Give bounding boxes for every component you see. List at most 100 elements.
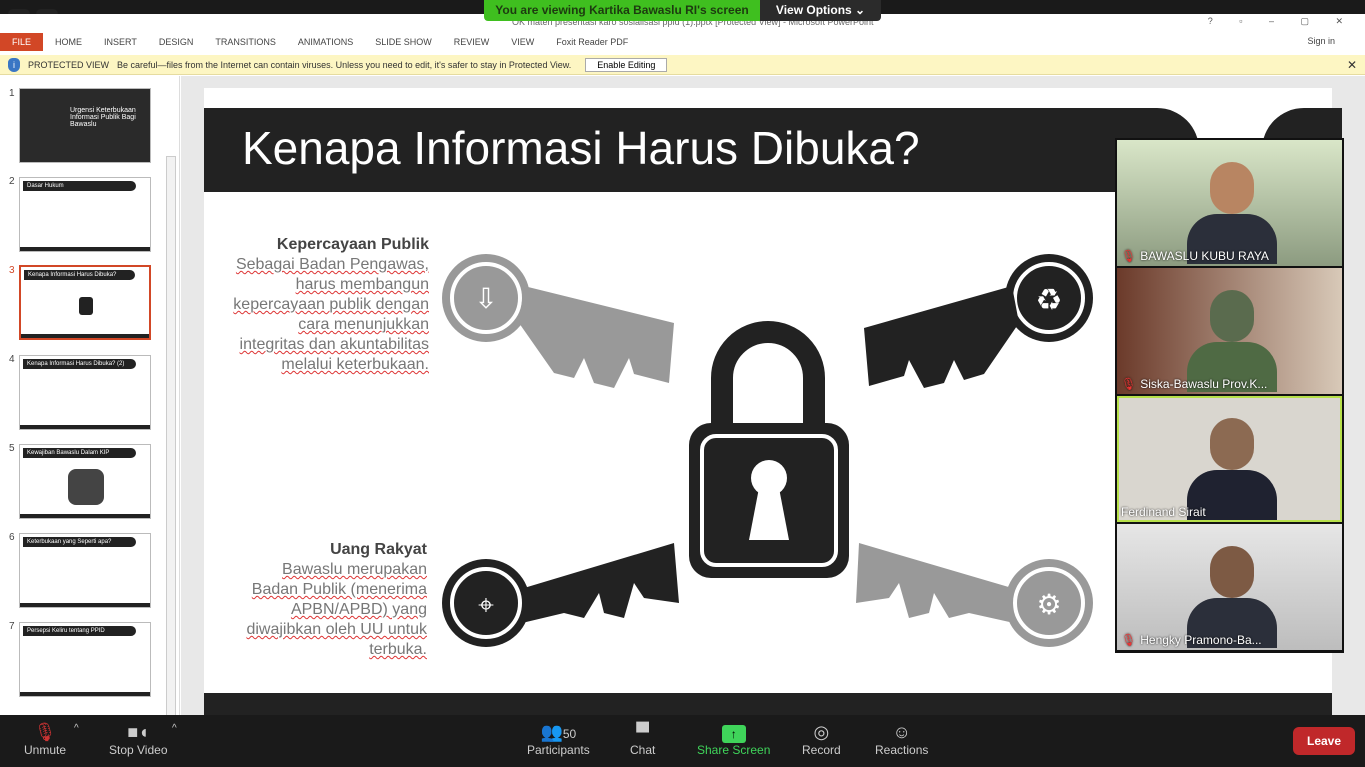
thumbnail-title: Keterbukaan yang Seperti apa? <box>23 537 136 547</box>
text-block-kepercayaan: Kepercayaan Publik Sebagai Badan Pengawa… <box>224 235 429 375</box>
share-screen-button[interactable]: ↑ Share Screen <box>697 721 770 757</box>
participant-name: 🎙 BAWASLU KUBU RAYA <box>1121 249 1269 263</box>
key-recycle-icon: ♻ <box>864 254 1093 388</box>
slide-thumbnail-5[interactable]: Kewajiban Bawaslu Dalam KIP <box>19 444 151 519</box>
protected-view-label: PROTECTED VIEW <box>28 59 110 70</box>
tab-foxit[interactable]: Foxit Reader PDF <box>556 37 628 47</box>
slide-thumbnail-3[interactable]: Kenapa Informasi Harus Dibuka? <box>19 265 151 340</box>
thumbnail-title: Persepsi Keliru tentang PPID <box>23 626 136 636</box>
thumbnail-scrollbar[interactable] <box>166 156 176 744</box>
thumbnail-title: Kenapa Informasi Harus Dibuka? (2) <box>23 359 136 369</box>
zoom-meeting-toolbar: 🎙 Unmute ^ ■◖ Stop Video ^ 👥50 Participants… <box>0 715 1365 767</box>
slide-number: 7 <box>9 621 15 632</box>
slide-thumbnails: 1 Urgensi Keterbukaan Informasi Publik B… <box>0 76 180 744</box>
slide-thumbnail-7[interactable]: Persepsi Keliru tentang PPID <box>19 622 151 697</box>
text-line: melalui keterbukaan. <box>281 356 429 373</box>
tab-transitions[interactable]: TRANSITIONS <box>215 37 276 47</box>
key-wifi-icon: ⇩ <box>442 254 674 388</box>
slide-title: Kenapa Informasi Harus Dibuka? <box>242 122 920 174</box>
participants-button[interactable]: 👥50 Participants <box>527 721 590 757</box>
text-line: diwajibkan oleh UU untuk <box>246 621 427 638</box>
mic-muted-icon: 🎙 <box>33 722 57 742</box>
participant-name: 🎙 Siska-Bawaslu Prov.K... <box>1121 377 1268 391</box>
video-tile[interactable]: 🎙 Siska-Bawaslu Prov.K... <box>1117 268 1342 394</box>
slide-thumbnail-6[interactable]: Keterbukaan yang Seperti apa? <box>19 533 151 608</box>
text-line: integritas dan akuntabilitas <box>239 336 429 353</box>
tab-slide-show[interactable]: SLIDE SHOW <box>375 37 432 47</box>
tab-home[interactable]: HOME <box>55 37 82 47</box>
text-line: terbuka. <box>369 641 427 658</box>
screen-share-banner: You are viewing Kartika Bawaslu RI's scr… <box>484 0 760 21</box>
thumbnail-title: Kewajiban Bawaslu Dalam KIP <box>23 448 136 458</box>
stop-video-button[interactable]: ■◖ Stop Video <box>109 721 168 757</box>
text-line: harus membangun <box>295 276 429 293</box>
svg-text:⚙: ⚙ <box>1036 589 1061 620</box>
video-camera-icon: ■◖ <box>127 722 150 742</box>
text-line: Sebagai Badan Pengawas, <box>235 256 429 273</box>
thumbnail-title: Kenapa Informasi Harus Dibuka? <box>24 270 135 280</box>
tab-insert[interactable]: INSERT <box>104 37 137 47</box>
block-heading: Uang Rakyat <box>330 541 427 558</box>
ribbon-tabs: FILE HOME INSERT DESIGN TRANSITIONS ANIM… <box>0 32 1365 52</box>
tab-view[interactable]: VIEW <box>511 37 534 47</box>
participant-name: 🎙 Hengky Pramono-Ba... <box>1121 633 1262 647</box>
view-options-button[interactable]: View Options ⌄ <box>760 0 881 21</box>
svg-text:♻: ♻ <box>1036 284 1063 317</box>
reactions-icon: ☺ <box>892 722 911 742</box>
unmute-button[interactable]: 🎙 Unmute <box>24 721 66 757</box>
sign-in-link[interactable]: Sign in <box>1307 36 1335 46</box>
slide-thumbnail-2[interactable]: Dasar Hukum <box>19 177 151 252</box>
protected-view-bar: i PROTECTED VIEW Be careful—files from t… <box>0 55 1365 75</box>
video-tile[interactable]: 🎙 Hengky Pramono-Ba... <box>1117 524 1342 650</box>
reactions-button[interactable]: ☺ Reactions <box>875 721 928 757</box>
record-button[interactable]: ◎ Record <box>802 721 841 757</box>
video-tile[interactable]: 🎙 BAWASLU KUBU RAYA <box>1117 140 1342 266</box>
video-options-caret[interactable]: ^ <box>172 723 177 734</box>
chat-icon: ▀ <box>636 722 650 742</box>
leave-button[interactable]: Leave <box>1293 727 1355 755</box>
mic-muted-icon: 🎙 <box>1121 249 1137 263</box>
tab-review[interactable]: REVIEW <box>454 37 490 47</box>
text-line: kepercayaan publik dengan <box>233 296 429 313</box>
slide-number: 3 <box>9 265 15 276</box>
slide-number: 6 <box>9 532 15 543</box>
record-icon: ◎ <box>813 722 830 742</box>
tab-animations[interactable]: ANIMATIONS <box>298 37 353 47</box>
audio-options-caret[interactable]: ^ <box>74 723 79 734</box>
protected-view-message: Be careful—files from the Internet can c… <box>117 59 572 70</box>
key-gears-icon: ⚙ <box>856 543 1093 647</box>
close-icon[interactable]: ✕ <box>1347 58 1357 72</box>
shield-info-icon: i <box>8 57 20 72</box>
slide-number: 2 <box>9 176 15 187</box>
text-line: Badan Publik (menerima <box>251 581 427 598</box>
chat-button[interactable]: ▀ Chat <box>630 721 655 757</box>
enable-editing-button[interactable]: Enable Editing <box>585 57 668 72</box>
thumbnail-title: Dasar Hukum <box>23 181 136 191</box>
slide-thumbnail-4[interactable]: Kenapa Informasi Harus Dibuka? (2) <box>19 355 151 430</box>
svg-text:⌖: ⌖ <box>478 589 494 620</box>
window-controls[interactable]: ? ▫ – ▢ ✕ <box>1208 16 1355 27</box>
share-screen-icon: ↑ <box>721 725 746 743</box>
slide-footer-band <box>204 693 1332 715</box>
slide-number: 5 <box>9 443 15 454</box>
tab-file[interactable]: FILE <box>0 33 44 51</box>
participant-name: Ferdinand Sirait <box>1121 505 1206 519</box>
slide-number: 4 <box>9 354 15 365</box>
participants-icon: 👥 <box>540 722 563 742</box>
text-line: APBN/APBD) yang <box>290 601 427 618</box>
mic-muted-icon: 🎙 <box>1121 633 1137 647</box>
block-heading: Kepercayaan Publik <box>276 236 429 253</box>
keys-and-lock-graphic: ⇩ ♻ ⌖ ⚙ <box>442 254 1093 647</box>
slide-number: 1 <box>9 88 15 99</box>
video-tile-active-speaker[interactable]: Ferdinand Sirait <box>1117 396 1342 522</box>
padlock-icon <box>689 321 849 578</box>
slide-thumbnail-1[interactable]: Urgensi Keterbukaan Informasi Publik Bag… <box>19 88 151 163</box>
text-line: cara menunjukkan <box>298 316 429 333</box>
tab-design[interactable]: DESIGN <box>159 37 194 47</box>
thumbnail-title: Urgensi Keterbukaan Informasi Publik Bag… <box>70 107 136 128</box>
svg-text:⇩: ⇩ <box>474 283 497 314</box>
text-block-uang-rakyat: Uang Rakyat Bawaslu merupakan Badan Publ… <box>224 540 427 660</box>
text-line: Bawaslu merupakan <box>282 561 427 578</box>
mic-muted-icon: 🎙 <box>1121 377 1137 391</box>
key-map-pin-icon: ⌖ <box>442 543 679 647</box>
